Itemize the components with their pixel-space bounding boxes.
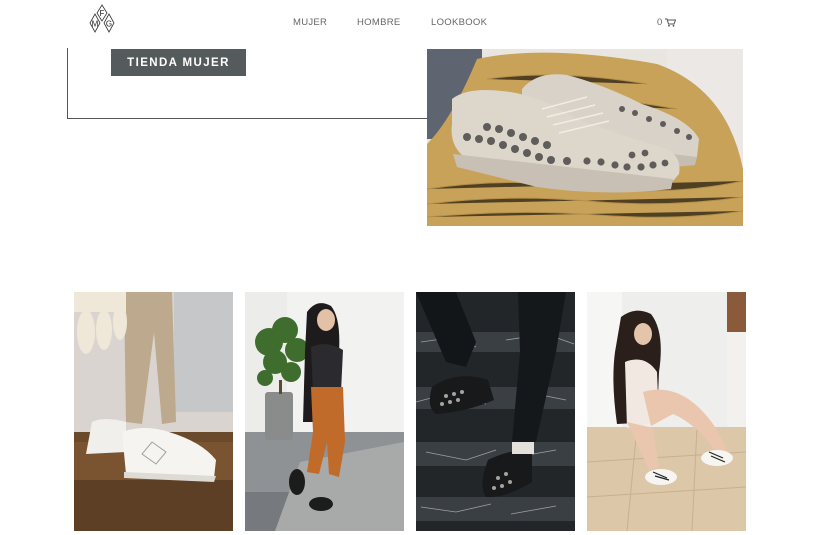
site-header: F M G MUJER HOMBRE LOOKBOOK 0 bbox=[0, 0, 820, 48]
nav-lookbook[interactable]: LOOKBOOK bbox=[431, 17, 487, 28]
nav-hombre[interactable]: HOMBRE bbox=[357, 17, 401, 28]
cart-icon bbox=[665, 18, 677, 27]
main-nav: MUJER HOMBRE LOOKBOOK bbox=[0, 17, 820, 33]
gallery-image-2[interactable] bbox=[245, 292, 404, 531]
gallery-image-4[interactable] bbox=[587, 292, 746, 531]
cart-button[interactable]: 0 bbox=[657, 17, 677, 28]
shop-women-button[interactable]: TIENDA MUJER bbox=[111, 49, 246, 76]
page: F M G MUJER HOMBRE LOOKBOOK 0 TIENDA MUJ… bbox=[0, 0, 820, 535]
cart-count: 0 bbox=[657, 17, 663, 28]
gallery-image-1[interactable] bbox=[74, 292, 233, 531]
nav-mujer[interactable]: MUJER bbox=[293, 17, 327, 28]
gallery-image-3[interactable] bbox=[416, 292, 575, 531]
hero-image[interactable] bbox=[427, 49, 743, 226]
